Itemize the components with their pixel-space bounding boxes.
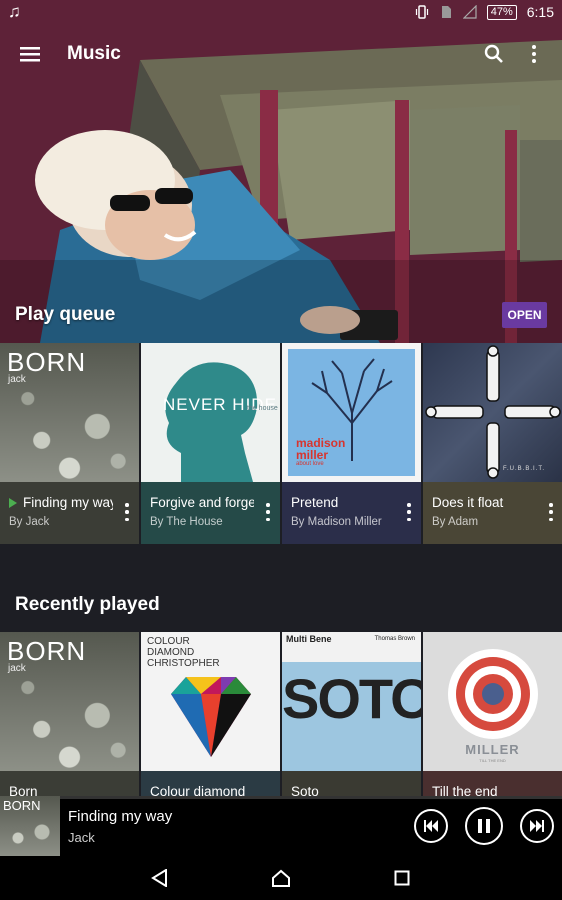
recently-played-heading: Recently played bbox=[15, 594, 160, 615]
back-icon[interactable] bbox=[140, 858, 180, 898]
art-text: BORN bbox=[3, 798, 41, 813]
pause-icon bbox=[478, 819, 490, 833]
queue-card[interactable]: BORN jack Finding my way By Jack bbox=[0, 343, 139, 544]
art-text: the house bbox=[247, 405, 278, 412]
art-text: madison miller bbox=[296, 436, 346, 462]
album-art: BORN jack bbox=[0, 343, 139, 482]
album-art: Multi Bene Thomas Brown SOTO bbox=[282, 632, 421, 771]
track-artist: By Jack bbox=[9, 516, 50, 528]
playback-progress bbox=[0, 796, 562, 799]
music-app-screen: Music Play queue OPEN ♫ 47% 6:15 BORN ja… bbox=[0, 0, 562, 900]
track-title: Finding my way bbox=[23, 495, 113, 510]
now-playing-indicator-icon bbox=[9, 497, 17, 508]
art-text: TILL THE END bbox=[479, 758, 506, 763]
now-playing-artist: Jack bbox=[68, 829, 95, 845]
play-queue-hero[interactable]: Music Play queue OPEN bbox=[0, 0, 562, 343]
more-vert-icon[interactable] bbox=[514, 30, 554, 78]
menu-icon[interactable] bbox=[0, 24, 60, 84]
art-text: jack bbox=[8, 374, 26, 385]
sim-icon bbox=[441, 6, 451, 18]
art-text: jack bbox=[8, 663, 26, 674]
art-text: F.U.B.B.I.T. bbox=[502, 466, 545, 472]
more-vert-icon[interactable] bbox=[262, 500, 274, 524]
art-text: about love bbox=[296, 461, 324, 467]
album-art: BORN jack bbox=[0, 632, 139, 771]
card-info: Pretend By Madison Miller bbox=[282, 482, 421, 544]
now-playing-bar[interactable]: BORN Finding my way Jack bbox=[0, 796, 562, 856]
album-art: NEVER HIDE the house bbox=[141, 343, 280, 482]
recents-icon[interactable] bbox=[382, 858, 422, 898]
skip-previous-icon bbox=[424, 820, 438, 832]
clock: 6:15 bbox=[526, 4, 554, 20]
pause-button[interactable] bbox=[465, 807, 503, 845]
signal-icon bbox=[462, 5, 477, 19]
app-title: Music bbox=[67, 43, 121, 64]
track-title: Does it float bbox=[432, 495, 504, 510]
album-art: madison miller about love bbox=[282, 343, 421, 482]
card-info: Does it float By Adam bbox=[423, 482, 562, 544]
art-text: Thomas Brown bbox=[374, 636, 415, 642]
skip-next-icon bbox=[530, 820, 544, 832]
battery-indicator: 47% bbox=[486, 4, 517, 20]
track-artist: By Madison Miller bbox=[291, 516, 382, 528]
home-icon[interactable] bbox=[261, 858, 301, 898]
search-icon[interactable] bbox=[474, 30, 514, 78]
now-playing-art: BORN bbox=[0, 796, 60, 856]
music-note-icon: ♫ bbox=[8, 2, 21, 21]
queue-card[interactable]: NEVER HIDE the house Forgive and forget … bbox=[141, 343, 280, 544]
card-info: Finding my way By Jack bbox=[0, 482, 139, 544]
track-artist: By The House bbox=[150, 516, 223, 528]
app-bar: Music bbox=[0, 24, 562, 84]
vibrate-icon bbox=[415, 5, 428, 19]
card-info: Forgive and forget By The House bbox=[141, 482, 280, 544]
art-text: MILLER bbox=[465, 742, 520, 757]
album-art: COLOUR DIAMOND CHRISTOPHER bbox=[141, 632, 280, 771]
album-art: MILLER TILL THE END bbox=[423, 632, 562, 771]
art-text: SOTO bbox=[282, 667, 421, 730]
track-artist: By Adam bbox=[432, 516, 479, 528]
track-title: Forgive and forget bbox=[150, 495, 254, 510]
now-playing-title: Finding my way bbox=[68, 807, 173, 825]
art-text: Multi Bene bbox=[286, 634, 332, 644]
next-button[interactable] bbox=[520, 809, 554, 843]
system-nav-bar bbox=[0, 856, 562, 900]
more-vert-icon[interactable] bbox=[545, 500, 557, 524]
queue-card[interactable]: F.U.B.B.I.T. Does it float By Adam bbox=[423, 343, 562, 544]
queue-card[interactable]: madison miller about love Pretend By Mad… bbox=[282, 343, 421, 544]
open-button[interactable]: OPEN bbox=[502, 302, 547, 328]
more-vert-icon[interactable] bbox=[121, 500, 133, 524]
play-queue-grid: BORN jack Finding my way By Jack NEVER H… bbox=[0, 343, 562, 544]
more-vert-icon[interactable] bbox=[403, 500, 415, 524]
track-title: Pretend bbox=[291, 495, 339, 510]
play-queue-label: Play queue bbox=[15, 304, 116, 325]
status-bar: ♫ 47% 6:15 bbox=[0, 0, 562, 24]
album-art: F.U.B.B.I.T. bbox=[423, 343, 562, 482]
previous-button[interactable] bbox=[414, 809, 448, 843]
